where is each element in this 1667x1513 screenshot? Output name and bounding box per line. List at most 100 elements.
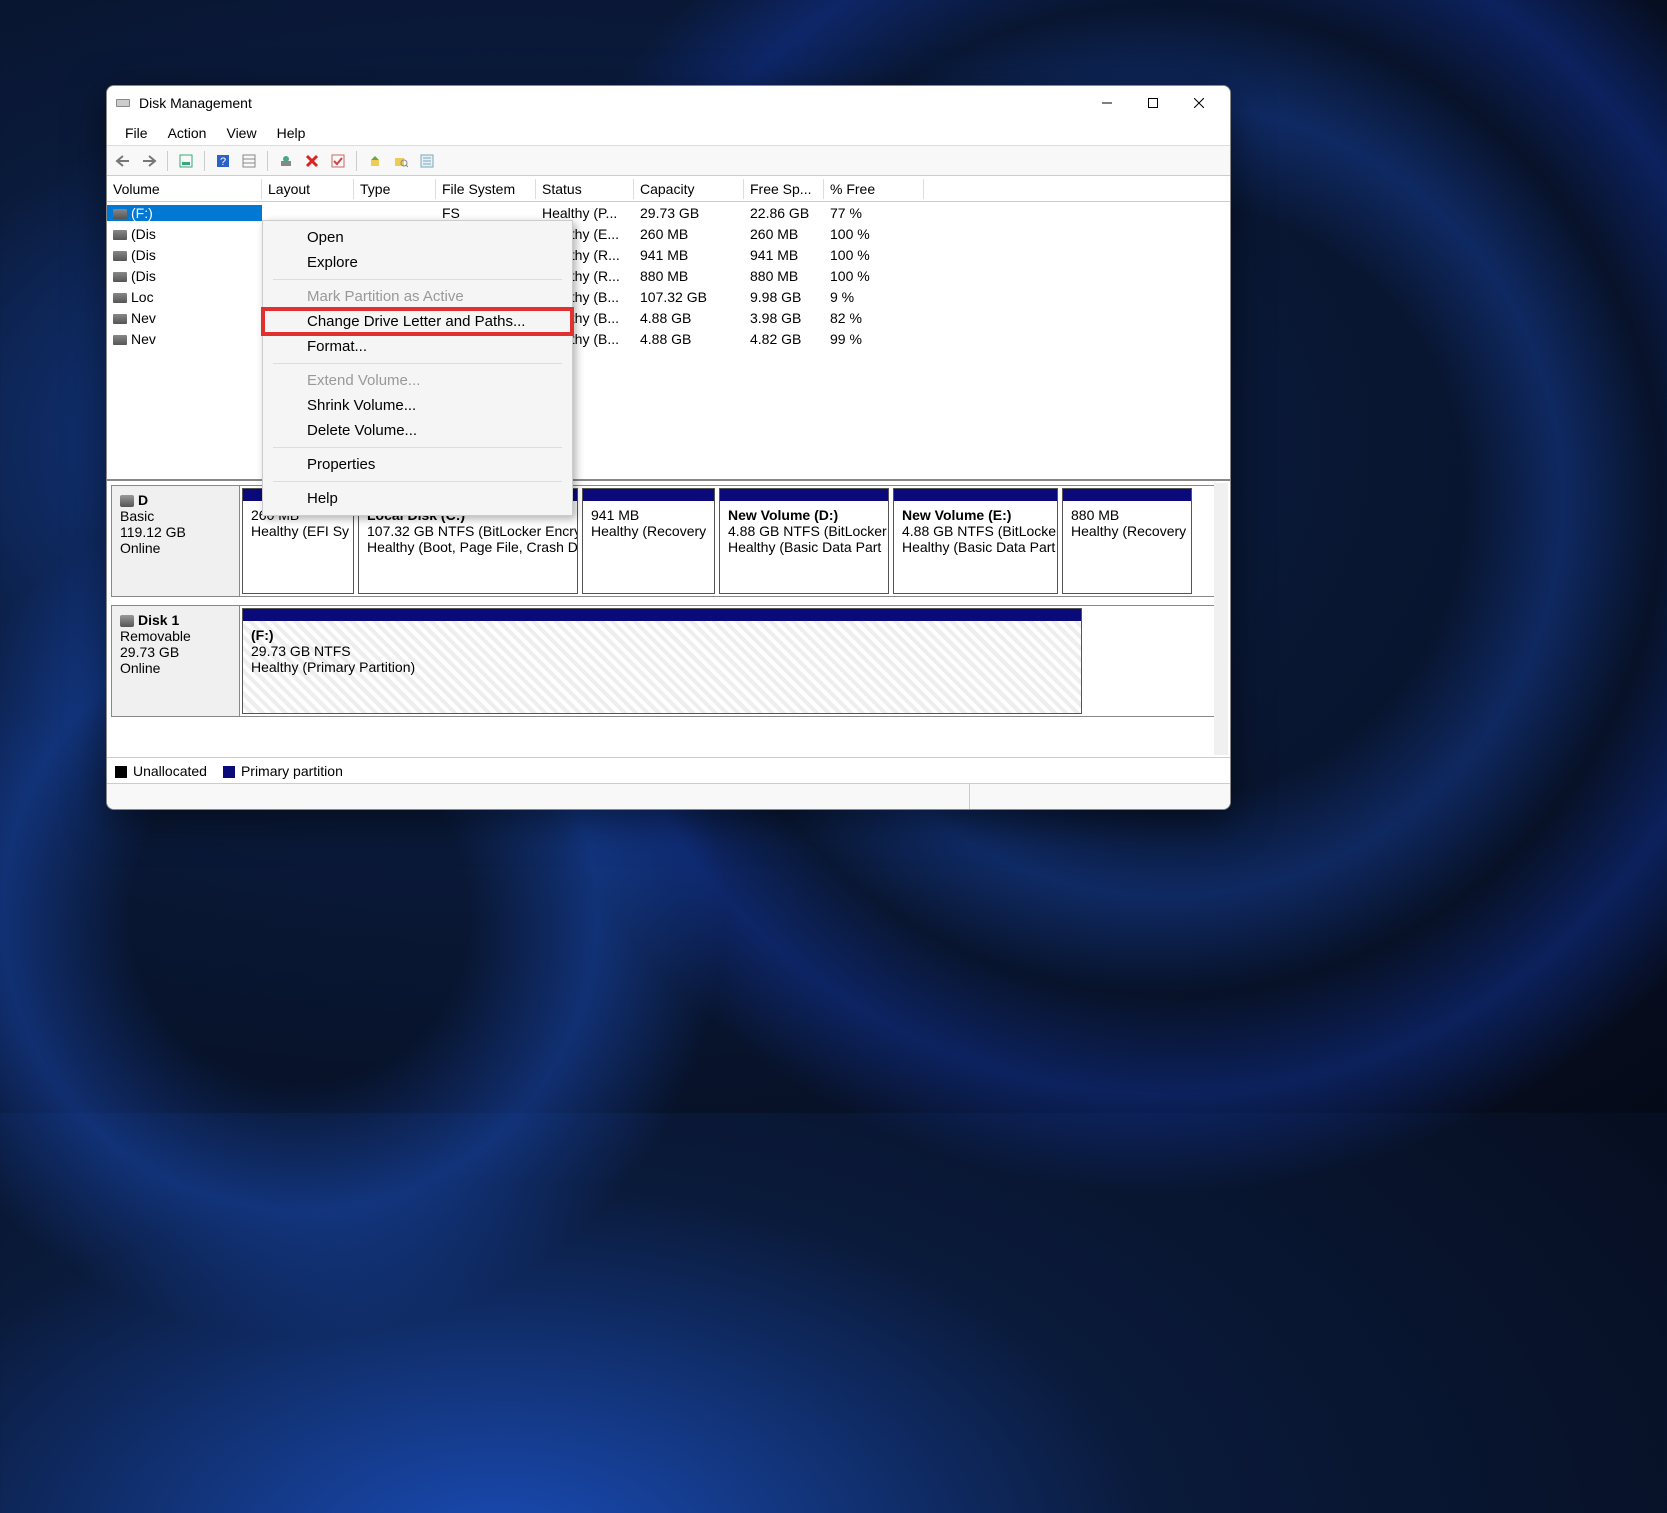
col-percent-free[interactable]: % Free xyxy=(824,179,924,199)
volume-pfree: 99 % xyxy=(824,331,924,347)
volume-icon xyxy=(113,251,127,261)
menu-mark-active: Mark Partition as Active xyxy=(263,284,572,309)
partition-line2: Healthy (Primary Partition) xyxy=(251,659,1073,675)
partition-line1: 941 MB xyxy=(591,507,706,523)
partition-header xyxy=(1063,489,1191,501)
volume-capacity: 880 MB xyxy=(634,268,744,284)
svg-text:?: ? xyxy=(220,156,226,168)
partition-title: (F:) xyxy=(251,627,1073,643)
volume-free: 3.98 GB xyxy=(744,310,824,326)
statusbar xyxy=(107,783,1230,809)
volume-capacity: 29.73 GB xyxy=(634,205,744,221)
search-icon[interactable] xyxy=(389,149,413,173)
close-button[interactable] xyxy=(1176,87,1222,119)
up-arrow-icon[interactable] xyxy=(363,149,387,173)
volume-icon xyxy=(113,272,127,282)
disk-name: Disk 1 xyxy=(138,612,179,628)
partition-line2: Healthy (Basic Data Part xyxy=(728,539,880,555)
volume-pfree: 82 % xyxy=(824,310,924,326)
delete-icon[interactable] xyxy=(300,149,324,173)
partition-header xyxy=(583,489,714,501)
settings-icon[interactable] xyxy=(274,149,298,173)
menu-explore[interactable]: Explore xyxy=(263,250,572,275)
volume-name: (Dis xyxy=(107,226,262,242)
disk-pane[interactable]: D Basic 119.12 GB Online 260 MBHealthy (… xyxy=(107,481,1230,757)
menu-view[interactable]: View xyxy=(216,123,266,143)
col-capacity[interactable]: Capacity xyxy=(634,179,744,199)
col-free-space[interactable]: Free Sp... xyxy=(744,179,824,199)
menu-format[interactable]: Format... xyxy=(263,334,572,359)
disk-info: D Basic 119.12 GB Online xyxy=(112,486,240,596)
check-icon[interactable] xyxy=(326,149,350,173)
refresh-icon[interactable] xyxy=(174,149,198,173)
col-status[interactable]: Status xyxy=(536,179,634,199)
menu-open[interactable]: Open xyxy=(263,225,572,250)
menu-properties[interactable]: Properties xyxy=(263,452,572,477)
volume-free: 941 MB xyxy=(744,247,824,263)
menu-delete-volume[interactable]: Delete Volume... xyxy=(263,418,572,443)
partition-line2: Healthy (Recovery xyxy=(591,523,706,539)
partition-line1: 880 MB xyxy=(1071,507,1183,523)
volume-status: Healthy (P... xyxy=(536,205,634,221)
partition-header xyxy=(894,489,1057,501)
menu-help[interactable]: Help xyxy=(267,123,316,143)
partitions: (F:)29.73 GB NTFSHealthy (Primary Partit… xyxy=(240,606,1225,716)
volume-name: Nev xyxy=(107,310,262,326)
help-icon[interactable]: ? xyxy=(211,149,235,173)
properties-icon[interactable] xyxy=(415,149,439,173)
maximize-button[interactable] xyxy=(1130,87,1176,119)
col-type[interactable]: Type xyxy=(354,179,436,199)
partition[interactable]: New Volume (D:)4.88 GB NTFS (BitLockerHe… xyxy=(719,488,889,594)
volume-pfree: 9 % xyxy=(824,289,924,305)
partition-body: New Volume (E:)4.88 GB NTFS (BitLockerHe… xyxy=(894,501,1057,593)
volume-icon xyxy=(113,209,127,219)
volume-fs: FS xyxy=(436,205,536,221)
legend-primary: Primary partition xyxy=(223,763,343,779)
volume-icon xyxy=(113,230,127,240)
volume-name: (Dis xyxy=(107,268,262,284)
menu-help[interactable]: Help xyxy=(263,486,572,511)
disk-size: 119.12 GB xyxy=(120,524,231,540)
back-icon[interactable] xyxy=(111,149,135,173)
partition[interactable]: 880 MBHealthy (Recovery xyxy=(1062,488,1192,594)
volume-name: Nev xyxy=(107,331,262,347)
volume-icon xyxy=(113,314,127,324)
volume-capacity: 4.88 GB xyxy=(634,331,744,347)
partition[interactable]: New Volume (E:)4.88 GB NTFS (BitLockerHe… xyxy=(893,488,1058,594)
legend: Unallocated Primary partition xyxy=(107,757,1230,783)
col-volume[interactable]: Volume xyxy=(107,179,262,199)
scrollbar[interactable] xyxy=(1214,483,1228,755)
partition[interactable]: 941 MBHealthy (Recovery xyxy=(582,488,715,594)
volume-list-header: Volume Layout Type File System Status Ca… xyxy=(107,176,1230,202)
disk-row-1[interactable]: Disk 1 Removable 29.73 GB Online (F:)29.… xyxy=(111,605,1226,717)
disk-type: Removable xyxy=(120,628,231,644)
volume-free: 9.98 GB xyxy=(744,289,824,305)
partition-line2: Healthy (Recovery xyxy=(1071,523,1183,539)
context-menu: Open Explore Mark Partition as Active Ch… xyxy=(262,220,573,516)
app-icon xyxy=(115,95,131,111)
volume-name: Loc xyxy=(107,289,262,305)
disk-icon xyxy=(120,615,134,627)
window-controls xyxy=(1084,87,1222,119)
col-file-system[interactable]: File System xyxy=(436,179,536,199)
menu-change-drive-letter[interactable]: Change Drive Letter and Paths... xyxy=(263,309,572,334)
window-title: Disk Management xyxy=(139,95,252,111)
col-layout[interactable]: Layout xyxy=(262,179,354,199)
menubar: File Action View Help xyxy=(107,120,1230,146)
menu-file[interactable]: File xyxy=(115,123,158,143)
toolbar: ? xyxy=(107,146,1230,176)
menu-action[interactable]: Action xyxy=(158,123,217,143)
partition-header xyxy=(720,489,888,501)
partition[interactable]: (F:)29.73 GB NTFSHealthy (Primary Partit… xyxy=(242,608,1082,714)
partition-line2: Healthy (EFI Sy xyxy=(251,523,345,539)
forward-icon[interactable] xyxy=(137,149,161,173)
volume-icon xyxy=(113,293,127,303)
partition-line2: Healthy (Boot, Page File, Crash Du xyxy=(367,539,569,555)
partition-line2: Healthy (Basic Data Part xyxy=(902,539,1049,555)
minimize-button[interactable] xyxy=(1084,87,1130,119)
menu-shrink-volume[interactable]: Shrink Volume... xyxy=(263,393,572,418)
legend-unallocated: Unallocated xyxy=(115,763,207,779)
list-view-icon[interactable] xyxy=(237,149,261,173)
volume-free: 880 MB xyxy=(744,268,824,284)
disk-size: 29.73 GB xyxy=(120,644,231,660)
